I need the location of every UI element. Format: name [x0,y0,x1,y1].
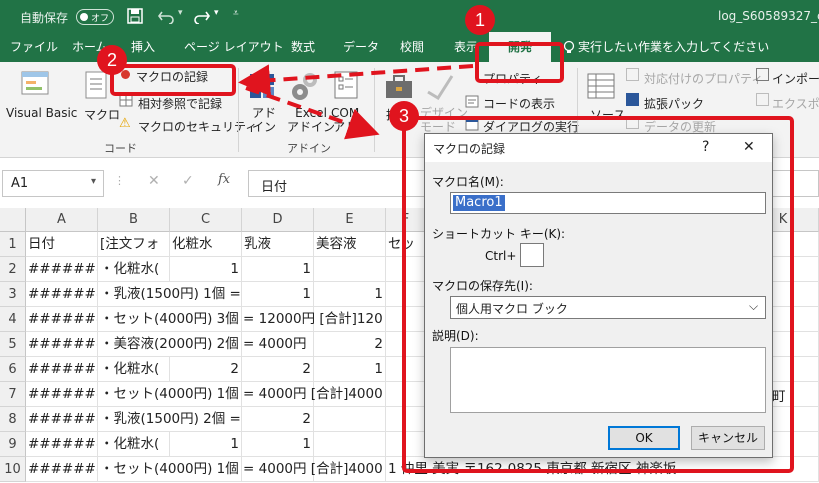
annotation-badge-3: 3 [389,101,419,131]
cell-b7[interactable]: ・セット(4000円) 1個 = 4000円 [合計]4000 [98,382,383,407]
dialog-title-bar: マクロの記録 ? ✕ [425,134,772,162]
cell-b4[interactable]: ・セット(4000円) 3個 = 12000円 [合計]120 [98,307,383,332]
help-icon[interactable]: ? [702,139,709,155]
store-macro-select[interactable]: 個人用マクロ ブック ⌵ [450,296,766,319]
macro-name-label: マクロ名(M): [432,175,504,189]
cell-b10[interactable]: ・セット(4000円) 1個 = 4000円 [合計]4000 [98,457,383,482]
ok-button[interactable]: OK [608,426,680,450]
record-macro-dialog: マクロの記録 ? ✕ マクロ名(M): Macro1 ショートカット キー(K)… [424,133,773,458]
chevron-down-icon[interactable]: ⌵ [749,299,758,314]
store-macro-label: マクロの保存先(I): [432,279,533,293]
annotation-badge-2: 2 [97,45,127,75]
cell-b5[interactable]: ・美容液(2000円) 2個 = 4000円 [98,332,307,357]
store-macro-value: 個人用マクロ ブック [456,302,568,316]
annotation-badge-1: 1 [465,5,495,35]
description-textarea[interactable] [450,347,766,413]
shortcut-key-label: ショートカット キー(K): [432,227,566,241]
arrow-to-dialog [245,86,380,140]
dialog-title: マクロの記録 [433,142,506,156]
ctrl-label: Ctrl+ [485,249,517,263]
description-label: 説明(D): [432,329,479,343]
cell-b3[interactable]: ・乳液(1500円) 1個 = [98,282,241,307]
macro-name-input[interactable]: Macro1 [450,192,766,214]
macro-name-value: Macro1 [453,195,505,211]
cell-b8[interactable]: ・乳液(1500円) 2個 = [98,407,241,432]
cancel-button[interactable]: キャンセル [691,426,765,450]
shortcut-key-input[interactable] [520,243,544,267]
arrow-to-record-macro [238,64,474,97]
close-icon[interactable]: ✕ [743,139,755,155]
